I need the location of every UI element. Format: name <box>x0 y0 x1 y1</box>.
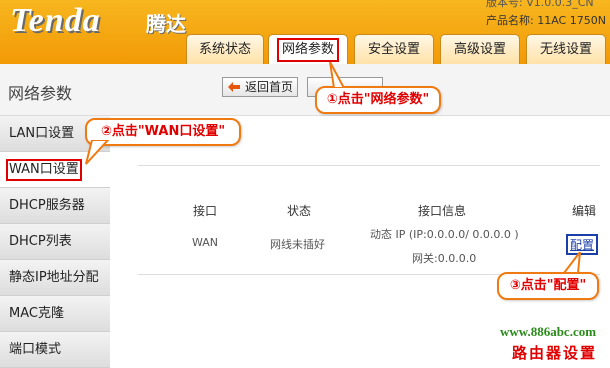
cell-info-line1: 动态 IP (IP:0.0.0.0/ 0.0.0.0 ) <box>370 228 519 241</box>
page-title: 网络参数 <box>8 84 73 103</box>
top-header: Tenda 腾达 版本号: V1.0.0.3_CN 产品名称: 11AC 175… <box>0 0 610 66</box>
home-button[interactable]: 返回首页 <box>222 77 298 97</box>
col-header-info: 接口信息 <box>418 204 467 218</box>
sidebar-item-port-mode[interactable]: 端口模式 <box>0 332 110 368</box>
sidebar-item-mac-clone[interactable]: MAC克隆 <box>0 296 110 332</box>
watermark-url: www.886abc.com <box>500 324 597 339</box>
callout-step2-pointer <box>85 140 110 165</box>
tab-network-params-label: 网络参数 <box>276 38 339 62</box>
sidebar-item-dhcp-server[interactable]: DHCP服务器 <box>0 188 110 224</box>
cell-interface: WAN <box>192 236 219 249</box>
tab-wireless[interactable]: 无线设置 <box>526 34 606 64</box>
version-text: 版本号: V1.0.0.3_CN <box>486 0 594 9</box>
sub-toolbar <box>0 64 610 116</box>
tenda-logo-cn: 腾达 <box>146 12 186 36</box>
col-header-edit: 编辑 <box>572 204 597 218</box>
tab-advanced[interactable]: 高级设置 <box>440 34 520 64</box>
content-divider-top <box>138 165 600 166</box>
callout-step3-pointer <box>561 252 582 274</box>
sidebar-item-static-ip[interactable]: 静态IP地址分配 <box>0 260 110 296</box>
sidebar-item-dhcp-list[interactable]: DHCP列表 <box>0 224 110 260</box>
back-arrow-icon <box>228 82 240 92</box>
callout-step1: ①点击"网络参数" <box>315 86 441 114</box>
callout-step1-pointer <box>329 62 346 88</box>
col-header-status: 状态 <box>287 204 312 218</box>
sidebar-item-wan-label: WAN口设置 <box>6 159 82 181</box>
product-name: 产品名称: 11AC 1750N <box>486 14 606 27</box>
tab-security[interactable]: 安全设置 <box>354 34 434 64</box>
tenda-logo: Tenda <box>10 2 101 39</box>
cell-status: 网线未插好 <box>270 238 325 251</box>
callout-step3: ③点击"配置" <box>497 272 599 300</box>
cell-info-line2: 网关:0.0.0.0 <box>412 252 477 265</box>
watermark-name: 路由器设置 <box>512 344 598 362</box>
tab-system-status[interactable]: 系统状态 <box>186 34 264 64</box>
col-header-interface: 接口 <box>193 204 218 218</box>
